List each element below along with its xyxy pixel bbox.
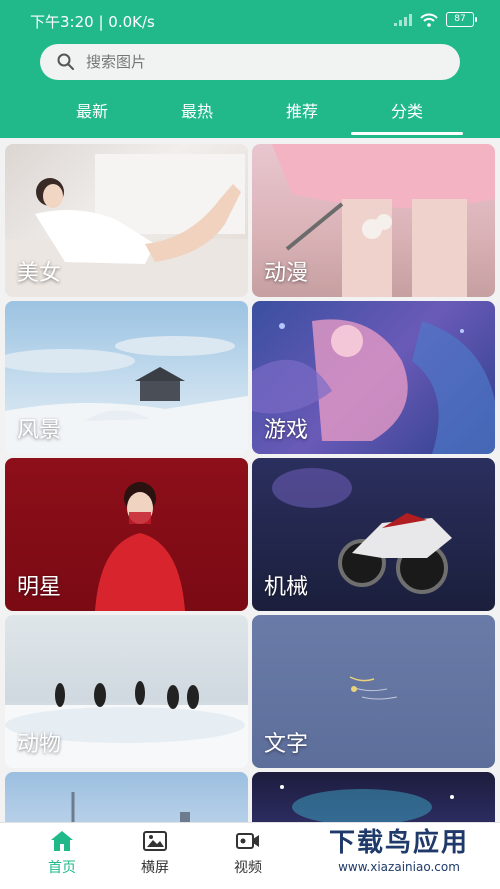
category-card-partial-left[interactable] (5, 772, 248, 822)
category-card-partial-right[interactable] (252, 772, 495, 822)
tab-categories[interactable]: 分类 (351, 98, 463, 135)
tab-hottest[interactable]: 最热 (157, 98, 237, 122)
category-label: 文字 (264, 732, 309, 757)
category-card-animals[interactable]: 动物 (5, 615, 248, 768)
category-label: 动漫 (264, 261, 309, 286)
nav-home[interactable]: 首页 (30, 829, 94, 877)
watermark-url: www.xiazainiao.com (338, 860, 460, 874)
category-card-beauty[interactable]: 美女 (5, 144, 248, 297)
nav-video-label: 视频 (234, 860, 262, 876)
search-icon (57, 53, 74, 70)
category-card-games[interactable]: 游戏 (252, 301, 495, 454)
category-label: 机械 (264, 575, 309, 600)
category-tabs: 最新 最热 推荐 分类 (0, 92, 500, 138)
category-label: 明星 (17, 575, 62, 600)
battery-icon: 87 (446, 12, 477, 27)
watermark-logo: 下载鸟应用 www.xiazainiao.com (304, 827, 494, 879)
card-image (71, 792, 190, 822)
wifi-icon (420, 13, 438, 27)
nav-landscape[interactable]: 横屏 (123, 829, 187, 877)
app-header: 下午3:20 | 0.0K/s 87 最新 最热 (0, 0, 500, 138)
category-label: 美女 (17, 261, 62, 286)
tab-recommended[interactable]: 推荐 (262, 98, 342, 122)
nav-landscape-label: 横屏 (141, 860, 169, 876)
watermark-title: 下载鸟应用 (328, 828, 469, 858)
category-card-anime[interactable]: 动漫 (252, 144, 495, 297)
card-image (280, 785, 454, 822)
status-time: 下午3:20 | 0.0K/s (30, 13, 155, 31)
category-label: 动物 (17, 732, 62, 757)
video-icon (236, 833, 259, 849)
category-card-celebrities[interactable]: 明星 (5, 458, 248, 611)
status-bar: 下午3:20 | 0.0K/s 87 (0, 0, 500, 40)
nav-video[interactable]: 视频 (216, 829, 280, 877)
category-label: 风景 (17, 418, 62, 443)
nav-home-label: 首页 (48, 860, 76, 876)
category-label: 游戏 (264, 418, 309, 443)
search-bar[interactable] (40, 44, 460, 80)
tab-latest[interactable]: 最新 (52, 98, 132, 122)
signal-icon (394, 13, 412, 26)
category-card-machinery[interactable]: 机械 (252, 458, 495, 611)
category-card-text[interactable]: 文字 (252, 615, 495, 768)
image-icon (143, 831, 167, 851)
battery-level: 87 (454, 14, 466, 24)
bottom-navigation: 首页 横屏 视频 下载鸟应用 www.xiazainiao.com (0, 822, 500, 889)
home-icon (51, 831, 73, 851)
category-card-scenery[interactable]: 风景 (5, 301, 248, 454)
search-input[interactable] (84, 52, 388, 72)
status-icons: 87 (394, 12, 477, 27)
category-grid: 美女 动漫 风景 游戏 明星 机械 动物 文字 (0, 142, 500, 822)
